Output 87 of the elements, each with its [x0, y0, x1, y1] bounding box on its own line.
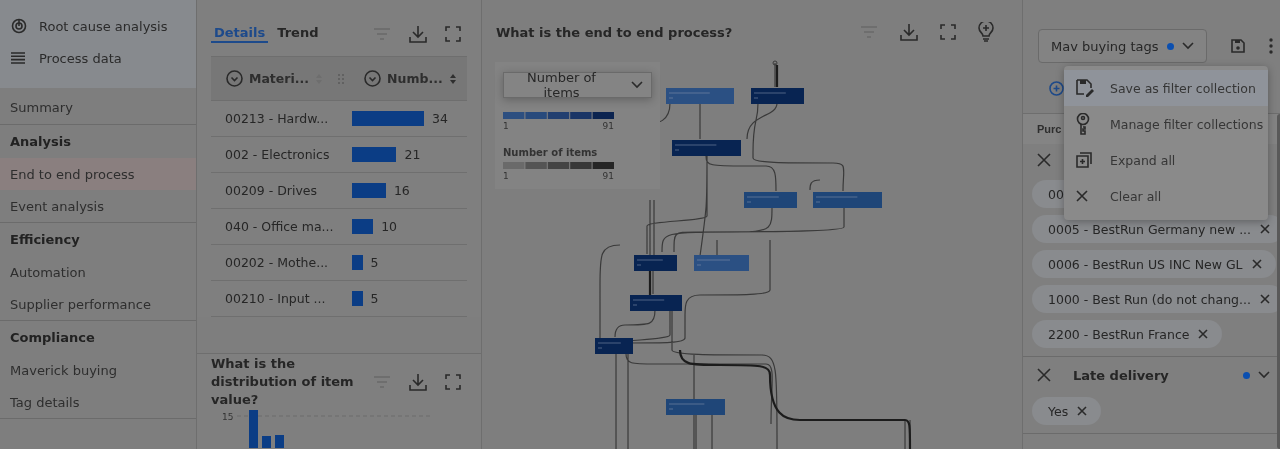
column-label: Materi... [249, 71, 310, 86]
add-circle-icon[interactable] [1049, 81, 1064, 96]
more-icon[interactable] [1268, 38, 1273, 54]
filter-chip[interactable]: 2200 - BestRun France [1032, 320, 1223, 348]
nav-item[interactable]: Summary [0, 90, 196, 124]
download-icon[interactable] [409, 373, 427, 391]
download-icon[interactable] [409, 25, 427, 43]
nav-item[interactable]: Event analysis [0, 190, 196, 222]
filter-chip[interactable]: Yes [1032, 397, 1102, 425]
bar [352, 219, 374, 234]
panel-title: What is the distribution of item value? [211, 355, 355, 409]
filter-chip[interactable]: 1000 - Best Run (do not chang... [1032, 285, 1280, 313]
section-heading: Analysis [9, 133, 72, 151]
remove-icon[interactable] [1077, 406, 1088, 416]
column-label: Numb... [387, 71, 443, 86]
save-icon[interactable] [1230, 39, 1245, 53]
remove-icon[interactable] [1260, 224, 1271, 234]
remove-icon[interactable] [1198, 329, 1209, 339]
target-icon [11, 18, 27, 34]
legend-title: Number of items [503, 147, 599, 158]
menu-item[interactable]: Save as filter collection [1064, 70, 1268, 106]
group-label: Purc [1037, 123, 1062, 135]
table-cell-text: 002 - Electronics [224, 147, 331, 162]
nav-item[interactable]: Automation [0, 256, 196, 288]
sort-icon [448, 72, 457, 85]
nav-item[interactable]: Maverick buying [0, 354, 196, 386]
expand-icon [1076, 152, 1092, 168]
dropdown-circle-icon [226, 70, 243, 87]
fullscreen-icon[interactable] [445, 374, 461, 390]
menu-item[interactable]: Manage filter collections [1064, 106, 1268, 142]
legend-label: 91 [602, 171, 614, 181]
nav-label: Process data [39, 50, 122, 66]
bar [352, 255, 363, 270]
fullscreen-icon[interactable] [940, 24, 956, 40]
table-cell-text: 00209 - Drives [224, 183, 319, 198]
collection-dropdown[interactable]: Mav buying tags [1038, 29, 1207, 63]
measure-dropdown[interactable]: Number of items [503, 72, 652, 98]
legend-label: 91 [602, 121, 614, 131]
key-icon [1076, 113, 1090, 135]
menu-item[interactable]: Expand all [1064, 142, 1268, 178]
nav-label: Root cause analysis [39, 18, 168, 34]
filter-title: Late delivery [1073, 367, 1169, 383]
chevron-down-icon [1181, 42, 1194, 50]
chevron-down-icon[interactable] [1258, 371, 1271, 379]
nav-item[interactable]: Supplier performance [0, 288, 196, 320]
table-cell: 10 [381, 219, 398, 234]
save-icon [1076, 79, 1094, 97]
menu-item[interactable]: Clear all [1064, 178, 1268, 214]
nav-item[interactable]: Tag details [0, 386, 196, 418]
tab[interactable]: Trend [274, 25, 322, 43]
chevron-down-icon [631, 81, 643, 89]
table-cell: 21 [404, 147, 421, 162]
section-heading: Compliance [9, 329, 96, 347]
column-header[interactable]: Materi... [211, 57, 338, 100]
close-icon[interactable] [1037, 368, 1051, 382]
table-cell-text: 00202 - Mothe... [224, 255, 330, 270]
column-header[interactable]: Numb... [349, 57, 467, 100]
legend-label: 1 [503, 171, 509, 181]
remove-icon[interactable] [1260, 294, 1270, 304]
tab[interactable]: Details [211, 25, 269, 43]
download-icon[interactable] [900, 23, 918, 41]
table-cell-text: 00213 - Hardw... [224, 111, 330, 126]
bar [352, 291, 363, 306]
table-cell-text: 040 - Office ma... [224, 219, 335, 234]
axis-label: 15 [222, 412, 234, 422]
legend-label: 1 [503, 121, 509, 131]
table-cell: 16 [393, 183, 410, 198]
nav-item[interactable]: End to end process [0, 158, 196, 190]
close-icon [1076, 190, 1088, 202]
close-icon[interactable] [1037, 153, 1051, 167]
bar [352, 147, 397, 162]
bar [352, 183, 386, 198]
nav-item[interactable]: Root cause analysis [0, 10, 196, 42]
list-icon [11, 52, 25, 64]
nav-item[interactable]: Process data [0, 42, 196, 74]
section-heading: Efficiency [9, 231, 81, 249]
filter-chip[interactable]: 0006 - BestRun US INC New GL [1032, 250, 1276, 278]
remove-icon[interactable] [1251, 259, 1262, 269]
table-cell: 34 [432, 111, 448, 126]
bar [352, 111, 424, 126]
fullscreen-icon[interactable] [445, 26, 461, 42]
table-cell: 5 [370, 255, 379, 270]
panel-title: What is the end to end process? [496, 24, 733, 40]
dropdown-circle-icon [364, 70, 382, 87]
table-cell-text: 00210 - Input ... [224, 291, 327, 306]
table-cell: 5 [370, 291, 379, 306]
lightbulb-icon[interactable] [978, 22, 994, 42]
